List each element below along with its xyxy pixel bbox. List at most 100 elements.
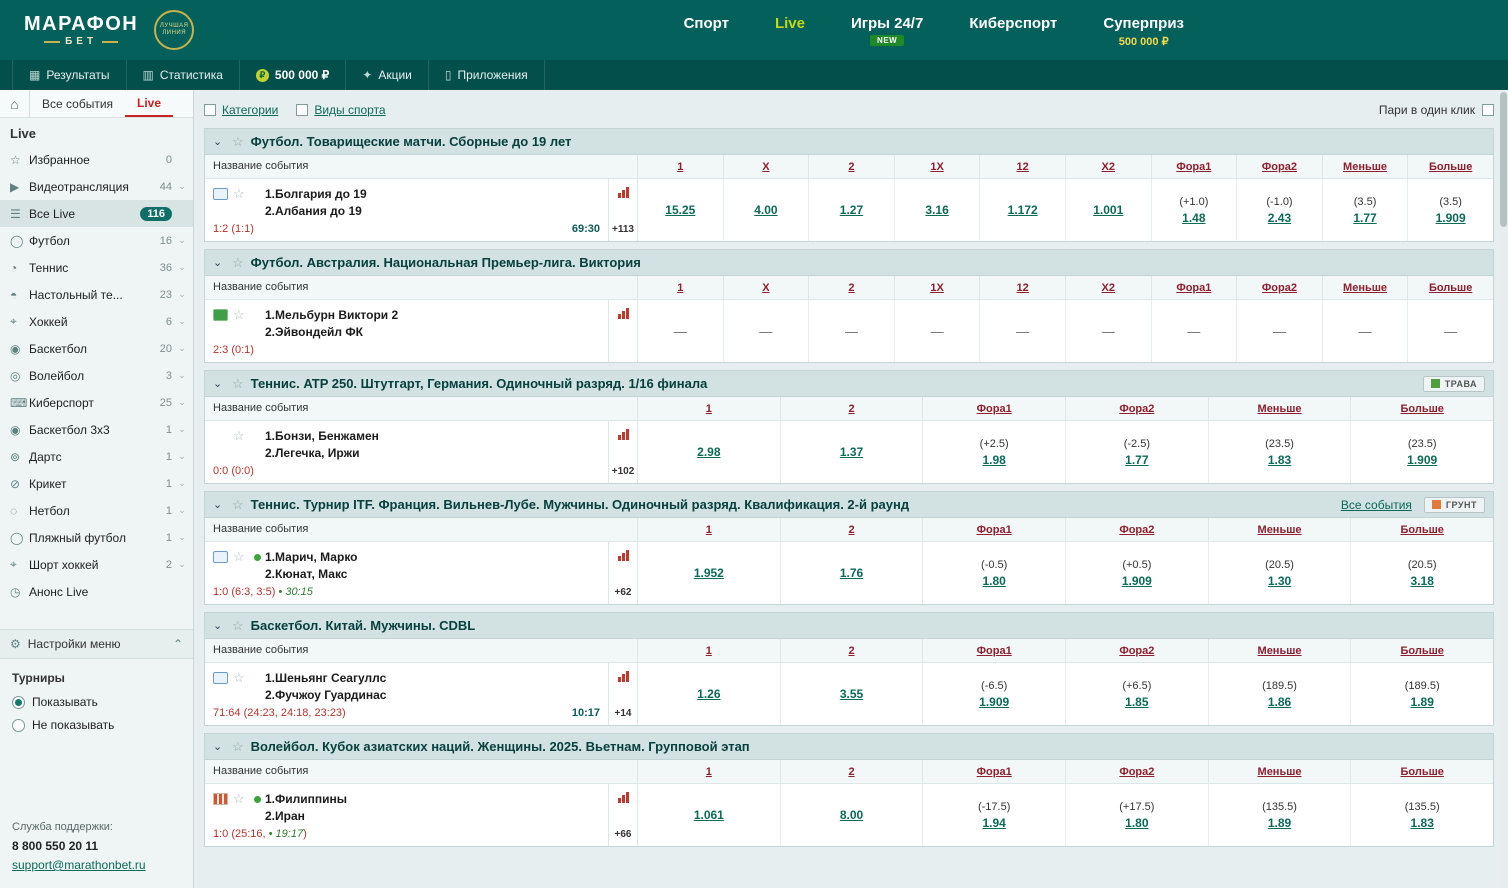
team2-name[interactable]: 2.Кюнат, Макс xyxy=(265,566,600,583)
odd-cell[interactable]: — xyxy=(1407,300,1493,362)
chevron-down-icon[interactable]: ⌄ xyxy=(177,289,187,300)
odd-cell[interactable]: (135.5)1.89 xyxy=(1208,784,1351,846)
odd-value[interactable]: 1.83 xyxy=(1268,453,1291,467)
team1-name[interactable]: 1.Бонзи, Бенжамен xyxy=(265,428,600,445)
odds-column-link[interactable]: Меньше xyxy=(1343,282,1387,294)
team2-name[interactable]: 2.Эйвондейл ФК xyxy=(265,324,600,341)
odd-value[interactable]: 1.77 xyxy=(1353,211,1376,225)
odds-column-link[interactable]: Больше xyxy=(1401,766,1444,778)
odds-column-link[interactable]: Больше xyxy=(1401,524,1444,536)
categories-link[interactable]: Категории xyxy=(222,103,278,117)
star-icon[interactable]: ☆ xyxy=(232,376,244,392)
logo[interactable]: МАРАФОН БЕТ xyxy=(24,14,138,47)
odds-column-link[interactable]: 12 xyxy=(1017,282,1029,294)
promotions-link[interactable]: ✦ Акции xyxy=(346,60,429,90)
star-icon[interactable]: ☆ xyxy=(233,793,245,825)
statistics-icon[interactable] xyxy=(618,792,629,803)
odd-value[interactable]: 1.26 xyxy=(697,687,720,701)
team2-name[interactable]: 2.Албания до 19 xyxy=(265,203,600,220)
flag-stripes-icon[interactable] xyxy=(213,793,228,805)
odd-cell[interactable]: (189.5)1.89 xyxy=(1350,663,1493,725)
nav-esports[interactable]: Киберспорт xyxy=(969,13,1057,48)
odd-cell[interactable]: 1.27 xyxy=(808,179,894,241)
odd-value[interactable]: 1.30 xyxy=(1268,574,1291,588)
star-icon[interactable]: ☆ xyxy=(232,497,244,513)
nav-superprize[interactable]: Суперприз500 000 ₽ xyxy=(1103,13,1184,48)
chevron-down-icon[interactable]: ⌄ xyxy=(177,397,187,408)
odds-column-link[interactable]: Фора1 xyxy=(1176,161,1211,173)
odd-value[interactable]: 1.83 xyxy=(1411,816,1434,830)
menu-settings[interactable]: ⚙ Настройки меню ⌃ xyxy=(0,629,193,659)
odd-cell[interactable]: (20.5)3.18 xyxy=(1350,542,1493,604)
odd-value[interactable]: 1.27 xyxy=(840,203,863,217)
odds-column-link[interactable]: 2 xyxy=(848,645,854,657)
odd-cell[interactable]: 1.37 xyxy=(780,421,923,483)
odd-cell[interactable]: — xyxy=(979,300,1065,362)
odd-value[interactable]: 1.80 xyxy=(983,574,1006,588)
team2-name[interactable]: 2.Фучжоу Гуардинас xyxy=(265,687,600,704)
chevron-down-icon[interactable]: ⌄ xyxy=(177,451,187,462)
odd-value[interactable]: 8.00 xyxy=(840,808,863,822)
statistics-icon[interactable] xyxy=(618,429,629,440)
odds-column-link[interactable]: Фора2 xyxy=(1119,403,1154,415)
sidebar-item-all-live[interactable]: ☰Все Live116 xyxy=(0,200,193,227)
sidebar-item-video[interactable]: ▶Видеотрансляция44⌄ xyxy=(0,173,193,200)
statistics-icon[interactable] xyxy=(618,671,629,682)
odds-column-link[interactable]: Фора1 xyxy=(977,403,1012,415)
chevron-down-icon[interactable]: ⌄ xyxy=(213,740,225,753)
odd-cell[interactable]: 3.16 xyxy=(894,179,980,241)
odds-column-link[interactable]: 2 xyxy=(848,161,854,173)
sidebar-item-football[interactable]: ◯Футбол16⌄ xyxy=(0,227,193,254)
chevron-down-icon[interactable]: ⌄ xyxy=(213,619,225,632)
odd-cell[interactable]: (-6.5)1.909 xyxy=(922,663,1065,725)
sidebar-item-hockey[interactable]: ⌖Хоккей6⌄ xyxy=(0,308,193,335)
sidebar-item-volleyball[interactable]: ◎Волейбол3⌄ xyxy=(0,362,193,389)
chevron-down-icon[interactable]: ⌄ xyxy=(177,505,187,516)
team1-name[interactable]: 1.Шеньянг Сеагуллс xyxy=(265,670,600,687)
tv-icon[interactable] xyxy=(213,188,228,200)
odd-value[interactable]: 1.952 xyxy=(694,566,724,580)
statistics-link[interactable]: ▥ Статистика xyxy=(127,60,240,90)
one-click-checkbox[interactable] xyxy=(1482,104,1494,116)
odd-value[interactable]: 1.80 xyxy=(1125,816,1148,830)
odds-column-link[interactable]: 2 xyxy=(848,766,854,778)
chevron-down-icon[interactable]: ⌄ xyxy=(213,256,225,269)
odd-value[interactable]: 1.909 xyxy=(1122,574,1152,588)
odd-value[interactable]: 1.77 xyxy=(1125,453,1148,467)
odd-value[interactable]: 1.89 xyxy=(1411,695,1434,709)
chevron-down-icon[interactable]: ⌄ xyxy=(177,181,187,192)
chevron-down-icon[interactable]: ⌄ xyxy=(213,135,225,148)
chevron-down-icon[interactable]: ⌄ xyxy=(177,532,187,543)
odd-cell[interactable]: 1.001 xyxy=(1065,179,1151,241)
sidebar-item-esports[interactable]: ⌨Киберспорт25⌄ xyxy=(0,389,193,416)
odds-column-link[interactable]: Фора1 xyxy=(977,766,1012,778)
odd-cell[interactable]: (3.5)1.909 xyxy=(1407,179,1493,241)
odds-column-link[interactable]: Фора2 xyxy=(1262,282,1297,294)
odd-cell[interactable]: 2.98 xyxy=(638,421,780,483)
nav-live[interactable]: Live xyxy=(775,13,805,48)
star-icon[interactable]: ☆ xyxy=(232,134,244,150)
odd-cell[interactable]: (+2.5)1.98 xyxy=(922,421,1065,483)
odd-value[interactable]: 1.37 xyxy=(840,445,863,459)
star-icon[interactable]: ☆ xyxy=(233,551,245,583)
sidebar-item-live-announce[interactable]: ◷Анонс Live xyxy=(0,578,193,605)
odd-cell[interactable]: (23.5)1.83 xyxy=(1208,421,1351,483)
team1-name[interactable]: 1.Мельбурн Виктори 2 xyxy=(265,307,600,324)
odd-cell[interactable]: — xyxy=(894,300,980,362)
odd-cell[interactable]: — xyxy=(1322,300,1408,362)
odd-value[interactable]: 1.89 xyxy=(1268,816,1291,830)
odds-column-link[interactable]: 2 xyxy=(848,282,854,294)
team2-name[interactable]: 2.Иран xyxy=(265,808,600,825)
odd-value[interactable]: 1.909 xyxy=(1407,453,1437,467)
odds-column-link[interactable]: Фора1 xyxy=(1176,282,1211,294)
odd-cell[interactable]: (-1.0)2.43 xyxy=(1236,179,1322,241)
sidebar-item-short-hockey[interactable]: ⌖Шорт хоккей2⌄ xyxy=(0,551,193,578)
odds-column-link[interactable]: 1 xyxy=(706,403,712,415)
odds-column-link[interactable]: 1 xyxy=(706,524,712,536)
tab-live[interactable]: Live xyxy=(125,90,173,117)
odd-cell[interactable]: (+1.0)1.48 xyxy=(1151,179,1237,241)
odd-cell[interactable]: 1.26 xyxy=(638,663,780,725)
statistics-icon[interactable] xyxy=(618,187,629,198)
more-markets-count[interactable]: +113 xyxy=(612,224,634,235)
odds-column-link[interactable]: Больше xyxy=(1429,282,1472,294)
